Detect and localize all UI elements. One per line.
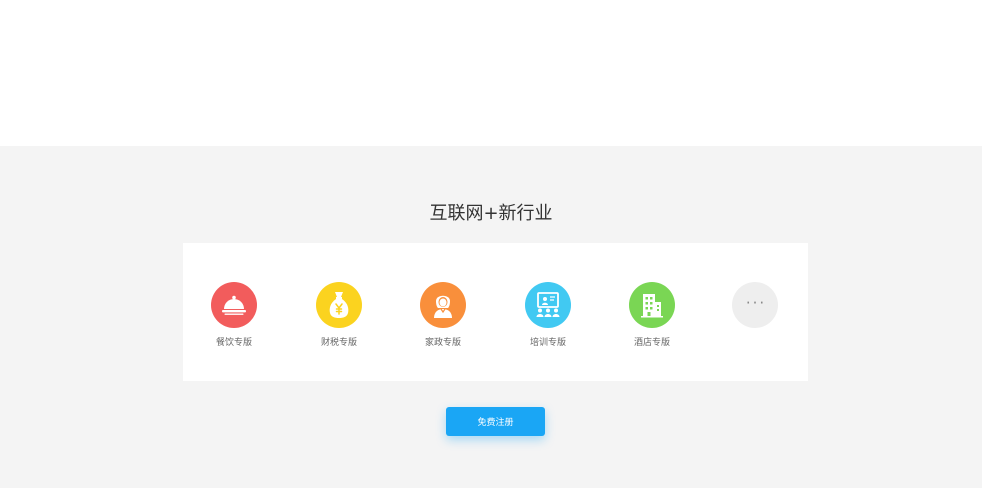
more-dots-glyph: ··· [745, 293, 767, 312]
industry-item-dining[interactable]: 餐饮专版 [194, 282, 274, 349]
section-title: 互联网+新行业 [429, 203, 553, 224]
industry-card: 餐饮专版 财税专版 家政专版 培训专版 酒店专版 ··· [183, 243, 808, 381]
hotel-building-icon [629, 282, 675, 328]
industry-section: 互联网+新行业 餐饮专版 财税专版 家政专版 培训专版 酒店专版 ··· 免费注… [0, 146, 982, 488]
industry-item-hotel[interactable]: 酒店专版 [612, 282, 692, 349]
more-dots-icon: ··· [732, 282, 778, 328]
industry-label: 财税专版 [320, 338, 357, 348]
industry-label: 家政专版 [424, 338, 461, 348]
dining-cloche-icon [211, 282, 257, 328]
industry-label: 酒店专版 [633, 338, 670, 348]
industry-label: 餐饮专版 [215, 338, 252, 348]
top-blank-area [0, 0, 982, 146]
housekeeper-icon [420, 282, 466, 328]
industry-item-training[interactable]: 培训专版 [508, 282, 588, 349]
free-register-button[interactable]: 免费注册 [446, 407, 545, 436]
industry-item-finance[interactable]: 财税专版 [299, 282, 379, 349]
money-bag-icon [316, 282, 362, 328]
industry-label: 培训专版 [529, 338, 566, 348]
industry-item-housekeeping[interactable]: 家政专版 [403, 282, 483, 349]
industry-item-more[interactable]: ··· [715, 282, 795, 328]
training-board-icon [525, 282, 571, 328]
